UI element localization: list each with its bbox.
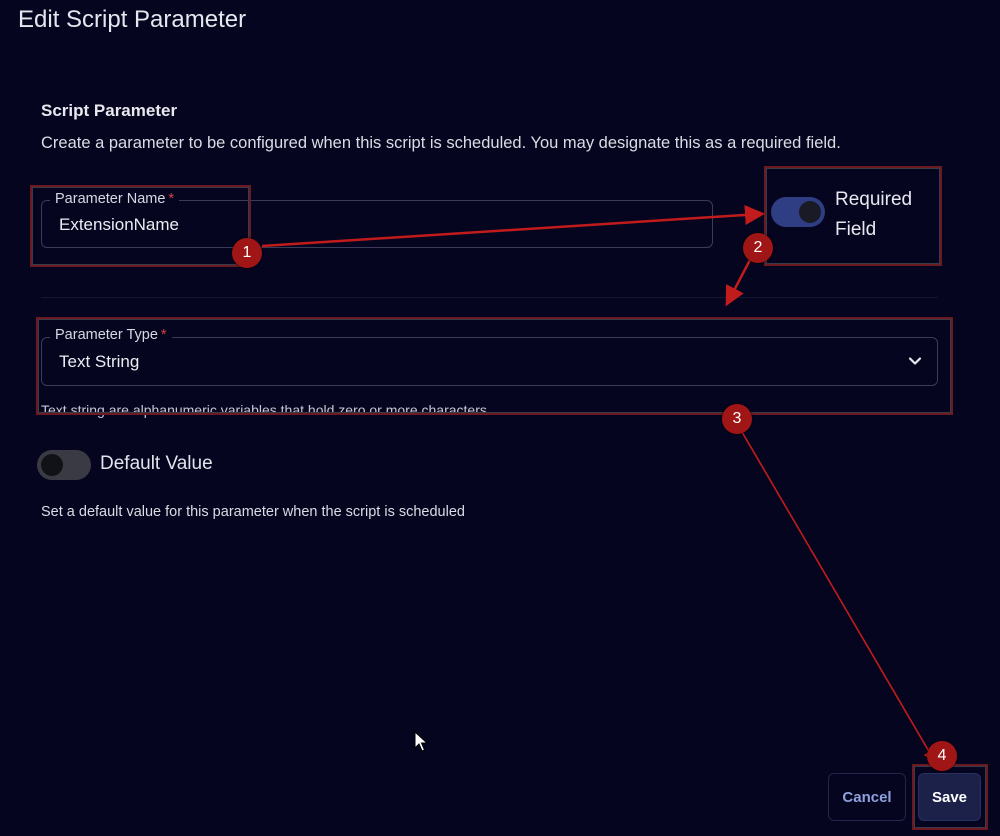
cancel-button[interactable]: Cancel [828,773,906,821]
section-description: Create a parameter to be configured when… [41,134,841,152]
annotation-box-save [912,764,988,830]
default-value-description: Set a default value for this parameter w… [41,504,465,520]
annotation-box-parameter-type [36,317,953,415]
annotation-badge-1: 1 [232,238,262,268]
annotation-badge-4: 4 [927,741,957,771]
divider [41,297,938,298]
section-title: Script Parameter [41,101,178,120]
default-value-toggle-knob [41,454,63,476]
annotation-arrows [261,204,936,763]
annotation-box-parameter-name [30,185,251,267]
default-value-label: Default Value [100,453,213,474]
mouse-cursor-icon [414,731,429,752]
annotation-badge-3: 3 [722,404,752,434]
dialog-title: Edit Script Parameter [18,6,247,33]
annotation-box-required-field [764,166,942,266]
annotation-badge-2: 2 [743,233,773,263]
